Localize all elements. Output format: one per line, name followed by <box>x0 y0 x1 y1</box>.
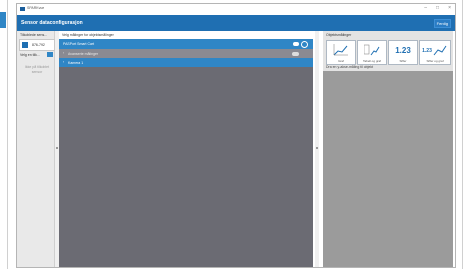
left-edge <box>0 0 8 269</box>
page-header: Sensor dataconfigurasjon Ferdig <box>17 15 455 31</box>
camera-row[interactable]: › Kamera 1 <box>59 58 313 67</box>
chevron-right-icon: › <box>63 51 65 55</box>
drop-area[interactable] <box>323 71 453 267</box>
sidebar: Tilkoblede sens... 876-792 Velg en tilk.… <box>17 31 55 267</box>
splitter-grip <box>56 147 58 149</box>
maximize-icon[interactable]: □ <box>436 5 439 11</box>
line-graph-icon <box>433 45 447 56</box>
advanced-row[interactable]: › Avanserte målinger <box>59 49 313 58</box>
graph-tile-label: Graf <box>338 59 344 63</box>
table-graph-icon <box>364 44 380 56</box>
sensor-radio[interactable] <box>301 41 308 48</box>
close-icon[interactable]: × <box>448 5 451 11</box>
table-graph-tile-label: Tabell og graf <box>362 59 381 63</box>
table-graph-tile[interactable]: Tabell og graf <box>357 40 387 65</box>
advanced-row-label: Avanserte målinger <box>68 51 99 56</box>
done-button[interactable]: Ferdig <box>433 19 451 28</box>
sensor-row-label: PASPort Smart Cart <box>63 42 95 46</box>
digits-tile-label: Siffer <box>399 59 407 63</box>
app-title: SPARKvue <box>27 6 45 10</box>
drag-hint: Dra en y-akse-måling til objekt <box>326 65 374 69</box>
device-card[interactable]: 876-792 <box>19 39 55 51</box>
sidebar-hint: Ikke på tilkoblet sensor <box>24 65 50 74</box>
graph-tile[interactable]: Graf <box>326 40 356 65</box>
measurement-header-label: Velg målinger for objektsmålinger <box>62 33 114 37</box>
chevron-right-icon: › <box>63 60 65 64</box>
sidebar-header: Tilkoblede sens... <box>20 33 48 37</box>
add-sensor-button[interactable] <box>47 52 53 57</box>
sensor-icon <box>22 42 28 48</box>
sensor-row[interactable]: PASPort Smart Cart <box>59 39 313 49</box>
device-label: 876-792 <box>32 43 45 47</box>
splitter-grip <box>316 147 318 149</box>
page-title: Sensor dataconfigurasjon <box>21 20 83 26</box>
objects-panel: Objektsmålinger Graf Tabell og graf 1.23… <box>323 31 453 267</box>
right-edge <box>462 0 468 269</box>
app-window: SPARKvue – □ × Sensor dataconfigurasjon … <box>16 3 456 268</box>
app-icon <box>20 7 25 11</box>
title-bar: SPARKvue – □ × <box>17 4 455 15</box>
line-graph-icon <box>333 44 348 56</box>
camera-row-label: Kamera 1 <box>68 60 84 65</box>
objects-header: Objektsmålinger <box>326 33 352 37</box>
advanced-toggle[interactable] <box>292 51 299 56</box>
digits-graph-tile[interactable]: 1.23 Siffer og graf <box>419 40 451 65</box>
sensor-toggle[interactable] <box>293 42 299 46</box>
right-splitter[interactable] <box>315 31 319 267</box>
add-sensor-label[interactable]: Velg en tilk... <box>20 53 40 57</box>
minimize-icon[interactable]: – <box>424 5 427 11</box>
left-edge-strip <box>0 12 6 28</box>
digits-graph-tile-label: Siffer og graf <box>426 59 444 63</box>
measurement-panel: Velg målinger for objektsmålinger PASPor… <box>59 31 319 267</box>
